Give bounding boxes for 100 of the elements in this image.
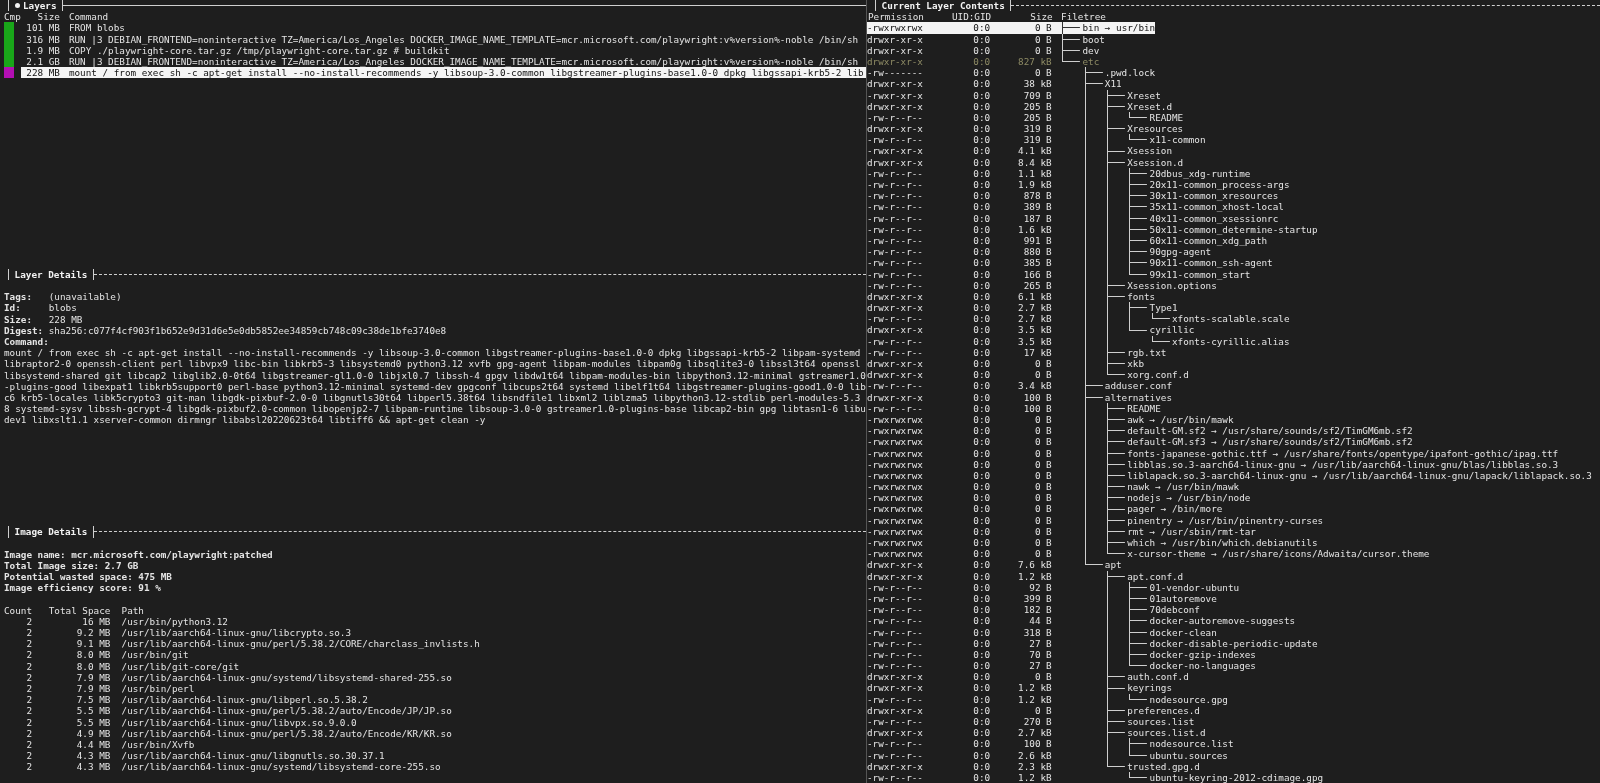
file-row[interactable]: drwxr-xr-x 0:0 0 B xkb <box>867 358 1144 370</box>
file-size: 319 B <box>1022 123 1052 135</box>
file-row[interactable]: drwxr-xr-x 0:0 0 B xorg.conf.d <box>867 369 1189 381</box>
file-row[interactable]: -rwxr-xr-x 0:0 709 B Xreset <box>867 89 1161 101</box>
file-name: xkb <box>1127 358 1144 370</box>
file-row[interactable]: drwxr-xr-x 0:0 1.2 kB keyrings <box>867 682 1172 694</box>
file-row[interactable]: -rw-r--r-- 0:0 1.9 kB 20x11-common_process-args <box>867 179 1290 191</box>
file-row[interactable]: -rw-r--r-- 0:0 385 B 90x11-common_ssh-agent <box>867 257 1273 269</box>
file-row[interactable]: -rwxrwxrwx 0:0 0 B pinentry → /usr/bin/pinentry-curses <box>867 514 1324 526</box>
file-row[interactable]: -rwxrwxrwx 0:0 0 B nodejs → /usr/bin/node <box>867 492 1251 504</box>
file-row[interactable]: -rwxrwxrwx 0:0 0 B nawk → /usr/bin/mawk <box>867 481 1240 493</box>
file-row[interactable]: -rwxrwxrwx 0:0 0 B bin → usr/bin <box>867 22 1156 34</box>
file-row[interactable]: -rw-r--r-- 0:0 1.2 kB ubuntu-keyring-2012-cdimage.gpg <box>867 771 1324 783</box>
file-name: ubuntu.sources <box>1149 749 1228 761</box>
file-row[interactable]: drwxr-xr-x 0:0 0 B dev <box>867 44 1100 56</box>
file-row[interactable]: -rw-r--r-- 0:0 2.6 kB ubuntu.sources <box>867 749 1228 761</box>
file-row[interactable]: -rwxrwxrwx 0:0 0 B liblapack.so.3-aarch64-linux-gnu → /usr/lib/aarch64-linux-gnu/lapack/liblapack.so.3 <box>867 469 1592 482</box>
file-row[interactable]: -rw-r--r-- 0:0 27 B docker-disable-periodic-update <box>867 637 1318 649</box>
file-row[interactable]: -rw-r--r-- 0:0 100 B nodesource.list <box>867 738 1234 750</box>
file-owner: 0:0 <box>972 246 991 258</box>
file-row[interactable]: -rw-r--r-- 0:0 878 B 30x11-common_xresources <box>867 190 1279 202</box>
file-row[interactable]: -rw-r--r-- 0:0 2.7 kB xfonts-scalable.scale <box>867 313 1290 325</box>
file-owner: 0:0 <box>972 469 991 482</box>
file-size: 0 B <box>1033 671 1052 683</box>
layer-row[interactable]: 228 MB mount / from exec sh -c apt-get install --no-install-recommends -y libsoup-3.0-common libgstreamer-plugins-base1.0-0 dpkg libgssapi-krb5-2 lib <box>20 67 866 79</box>
file-row[interactable]: -rw-r--r-- 0:0 265 B Xsession.options <box>867 279 1217 291</box>
file-row[interactable]: -rw-r--r-- 0:0 17 kB rgb.txt <box>867 346 1167 358</box>
file-row[interactable]: -rwxrwxrwx 0:0 0 B libblas.so.3-aarch64-linux-gnu → /usr/lib/aarch64-linux-gnu/blas/libblas.so.3 <box>867 458 1559 470</box>
file-owner: 0:0 <box>972 190 991 202</box>
file-row[interactable]: drwxr-xr-x 0:0 7.6 kB apt <box>867 559 1122 571</box>
file-row[interactable]: drwxr-xr-x 0:0 3.5 kB cyrillic <box>867 324 1195 336</box>
file-row[interactable]: -rwxrwxrwx 0:0 0 B awk → /usr/bin/mawk <box>867 413 1234 426</box>
file-permission: -rwxrwxrwx <box>867 469 923 482</box>
file-row[interactable]: -rw-r--r-- 0:0 880 B 90gpg-agent <box>867 246 1212 258</box>
file-row[interactable]: drwxr-xr-x 0:0 0 B boot <box>867 33 1105 45</box>
file-row[interactable]: -rw-r--r-- 0:0 3.5 kB xfonts-cyrillic.alias <box>867 335 1290 347</box>
file-row[interactable]: drwxr-xr-x 0:0 1.2 kB apt.conf.d <box>867 570 1184 582</box>
file-size: 0 B <box>1033 67 1052 79</box>
file-owner: 0:0 <box>972 223 991 235</box>
file-row[interactable]: -rw-r--r-- 0:0 27 B docker-no-languages <box>867 660 1256 672</box>
layer-row[interactable]: 2.1 GB RUN |3 DEBIAN_FRONTEND=noninteractive TZ=America/Los_Angeles DOCKER_IMAGE_NAME_TEMPLATE=mcr.microsoft.com/playwright:v%version%-noble /bin/sh <box>20 55 866 68</box>
file-row[interactable]: -rwxrwxrwx 0:0 0 B pager → /bin/more <box>867 503 1223 515</box>
file-owner: 0:0 <box>972 525 991 537</box>
table-cell: /usr/lib/aarch64-linux-gnu/libgnutls.so.30.37.1 <box>121 750 385 762</box>
layer-row[interactable]: 1.9 MB COPY ./playwright-core.tar.gz /tmp/playwright-core.tar.gz # buildkit <box>20 44 866 56</box>
file-row[interactable]: drwxr-xr-x 0:0 0 B preferences.d <box>867 704 1200 716</box>
file-row[interactable]: -rw-r--r-- 0:0 205 B README <box>867 111 1184 124</box>
file-owner: 0:0 <box>972 22 991 34</box>
file-row[interactable]: -rw-r--r-- 0:0 70 B docker-gzip-indexes <box>867 648 1256 661</box>
file-row[interactable]: drwxr-xr-x 0:0 38 kB X11 <box>867 78 1122 90</box>
file-name: X11 <box>1104 78 1122 90</box>
file-row[interactable]: -rw-r--r-- 0:0 182 B 70debconf <box>867 604 1200 616</box>
file-row[interactable]: -rw-r--r-- 0:0 187 B 40x11-common_xsessionrc <box>867 212 1279 224</box>
file-permission: -rw-r--r-- <box>867 223 923 235</box>
file-row[interactable]: -rw-r--r-- 0:0 1.6 kB 50x11-common_determine-startup <box>867 223 1318 235</box>
file-row[interactable]: -rw------- 0:0 0 B .pwd.lock <box>867 67 1156 79</box>
file-owner: 0:0 <box>972 626 991 638</box>
file-row[interactable]: -rw-r--r-- 0:0 1.1 kB 20dbus_xdg-runtime <box>867 167 1251 179</box>
file-permission: drwxr-xr-x <box>867 369 923 381</box>
file-size: 0 B <box>1033 514 1052 526</box>
file-row[interactable]: drwxr-xr-x 0:0 2.7 kB Type1 <box>867 302 1178 314</box>
file-row[interactable]: drwxr-xr-x 0:0 2.7 kB sources.list.d <box>867 727 1206 739</box>
file-row[interactable]: drwxr-xr-x 0:0 0 B auth.conf.d <box>867 671 1189 683</box>
table-cell-text: 8.0 MB <box>75 649 111 661</box>
file-row[interactable]: -rw-r--r-- 0:0 166 B 99x11-common_start <box>867 268 1251 280</box>
table-cell-text: 7.5 MB <box>75 694 111 706</box>
file-row[interactable]: -rw-r--r-- 0:0 991 B 60x11-common_xdg_path <box>867 234 1268 247</box>
file-row[interactable]: -rwxrwxrwx 0:0 0 B default-GM.sf3 → /usr/share/sounds/sf2/TimGM6mb.sf2 <box>867 436 1413 448</box>
file-row[interactable]: drwxr-xr-x 0:0 100 B alternatives <box>867 391 1172 403</box>
file-size: 0 B <box>1033 425 1052 437</box>
layer-row[interactable]: 316 MB RUN |3 DEBIAN_FRONTEND=noninteractive TZ=America/Los_Angeles DOCKER_IMAGE_NAME_TEMPLATE=mcr.microsoft.com/playwright:v%version%-noble /bin/sh <box>20 33 866 45</box>
file-row[interactable]: -rwxrwxrwx 0:0 0 B rmt → /usr/sbin/rmt-tar <box>867 525 1256 537</box>
field-label: Size: <box>4 313 33 325</box>
file-row[interactable]: -rwxrwxrwx 0:0 0 B which → /usr/bin/which.debianutils <box>867 537 1318 549</box>
layer-row[interactable]: 101 MB FROM blobs <box>20 22 866 34</box>
file-row[interactable]: -rw-r--r-- 0:0 389 B 35x11-common_xhost-local <box>867 201 1284 213</box>
file-row[interactable]: -rw-r--r-- 0:0 92 B 01-vendor-ubuntu <box>867 581 1240 593</box>
file-permission: -rw-r--r-- <box>867 648 923 661</box>
field-value: mcr.microsoft.com/playwright:patched <box>71 548 273 560</box>
file-row[interactable]: drwxr-xr-x 0:0 2.3 kB trusted.gpg.d <box>867 760 1200 772</box>
file-row[interactable]: -rw-r--r-- 0:0 3.4 kB adduser.conf <box>867 380 1172 392</box>
file-row[interactable]: -rw-r--r-- 0:0 100 B README <box>867 402 1161 414</box>
file-row[interactable]: drwxr-xr-x 0:0 205 B Xreset.d <box>867 100 1172 112</box>
file-row[interactable]: -rw-r--r-- 0:0 399 B 01autoremove <box>867 592 1217 605</box>
file-row[interactable]: -rwxr-xr-x 0:0 4.1 kB Xsession <box>867 145 1172 157</box>
file-row[interactable]: drwxr-xr-x 0:0 319 B Xresources <box>867 123 1184 135</box>
file-row[interactable]: drwxr-xr-x 0:0 6.1 kB fonts <box>867 290 1156 303</box>
file-row[interactable]: -rw-r--r-- 0:0 318 B docker-clean <box>867 626 1217 638</box>
file-row[interactable]: -rwxrwxrwx 0:0 0 B default-GM.sf2 → /usr/share/sounds/sf2/TimGM6mb.sf2 <box>867 425 1413 437</box>
file-row[interactable]: -rwxrwxrwx 0:0 0 B fonts-japanese-gothic.ttf → /usr/share/fonts/opentype/ipafont-gothic/ipag.ttf <box>867 447 1559 459</box>
file-row[interactable]: -rw-r--r-- 0:0 1.2 kB nodesource.gpg <box>867 693 1228 705</box>
file-row[interactable]: -rw-r--r-- 0:0 319 B x11-common <box>867 134 1206 146</box>
file-name: sources.list.d <box>1127 727 1206 739</box>
column-header: Path <box>121 604 144 616</box>
file-row[interactable]: drwxr-xr-x 0:0 827 kB etc <box>867 55 1100 68</box>
file-row[interactable]: drwxr-xr-x 0:0 8.4 kB Xsession.d <box>867 156 1184 168</box>
file-row[interactable]: -rw-r--r-- 0:0 270 B sources.list <box>867 716 1195 728</box>
file-row[interactable]: -rw-r--r-- 0:0 44 B docker-autoremove-suggests <box>867 615 1296 627</box>
file-row[interactable]: -rwxrwxrwx 0:0 0 B x-cursor-theme → /usr/share/icons/Adwaita/cursor.theme <box>867 548 1430 560</box>
table-cell-text: 2 <box>25 615 32 628</box>
